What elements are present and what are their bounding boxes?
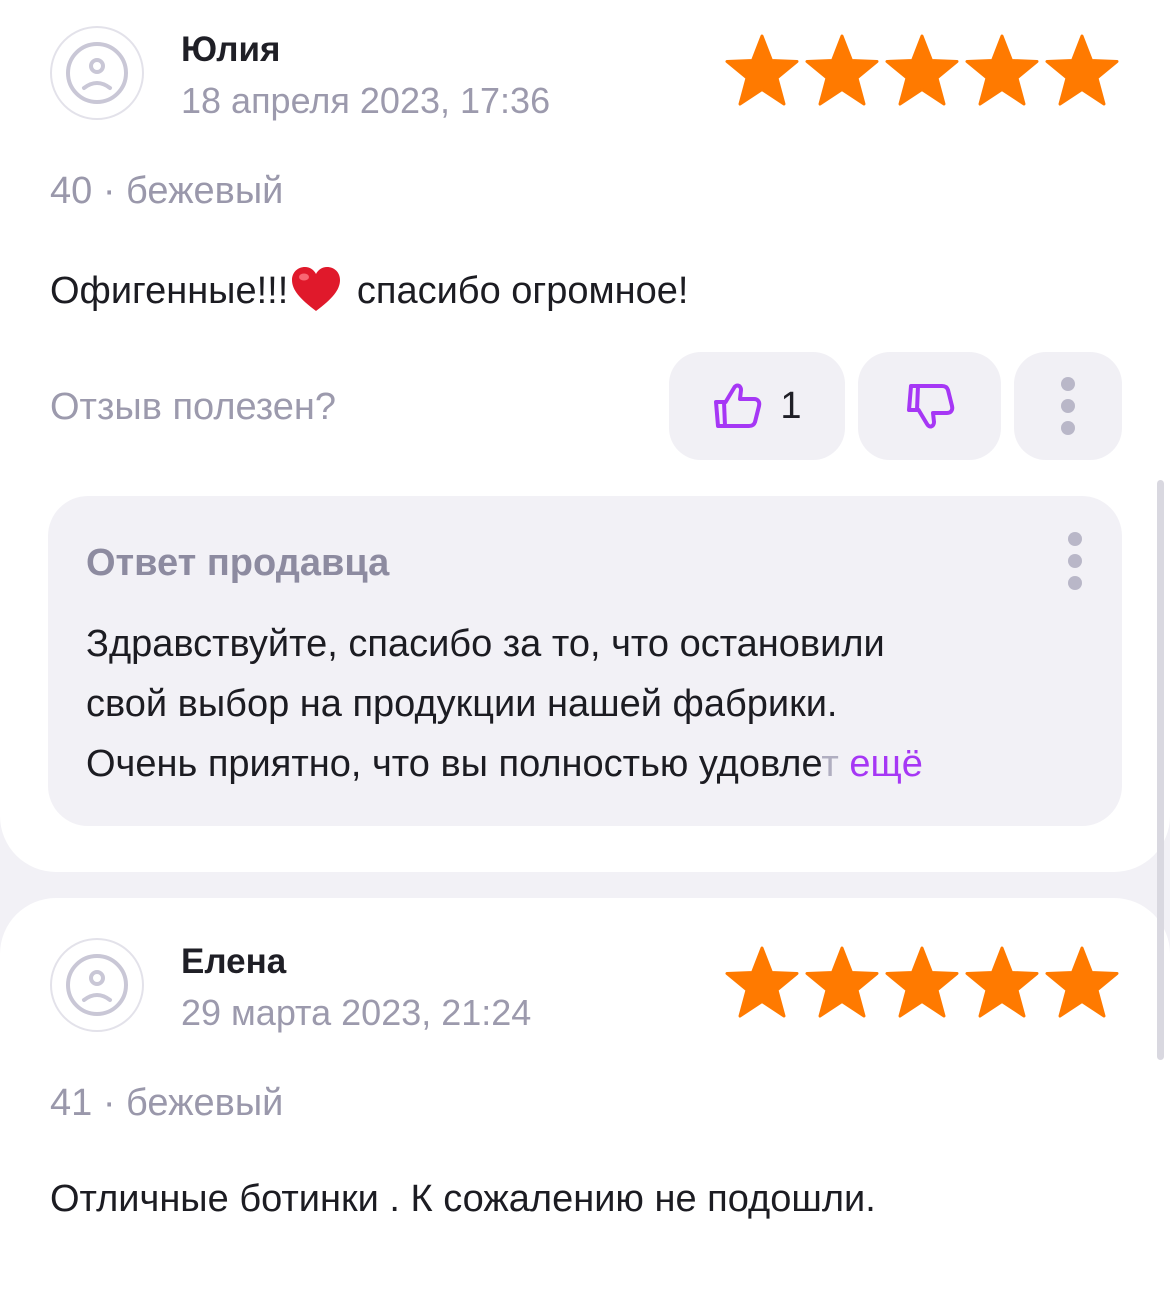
rating-stars [724,34,1120,106]
review-card: Елена 29 марта 2023, 21:24 41 · бежевый … [0,898,1170,1298]
star-icon [965,946,1039,1018]
review-text: Офигенные!!! спасибо огромное! [50,265,688,313]
star-icon [805,34,879,106]
seller-reply-line: свой выбор на продукции нашей фабрики. [86,683,838,725]
review-variant: 40 · бежевый [50,170,284,212]
heart-emoji [292,267,341,311]
thumbs-up-icon [714,383,762,428]
review-text: Отличные ботинки . К сожалению не подошл… [50,1178,876,1220]
seller-reply-more-button[interactable] [1068,532,1082,590]
review-date: 29 марта 2023, 21:24 [181,992,532,1033]
review-text-part: Офигенные!!! [50,270,289,312]
seller-reply-line: Здравствуйте, спасибо за то, что останов… [86,623,885,665]
seller-reply-text: Здравствуйте, спасибо за то, что останов… [86,614,1086,794]
review-date: 18 апреля 2023, 17:36 [181,80,551,121]
seller-reply-fade-text: т [821,743,839,785]
more-vertical-icon [1061,377,1075,435]
sad-face-icon [66,42,128,104]
star-icon [885,946,959,1018]
star-icon [965,34,1039,106]
more-vertical-icon [1068,532,1082,590]
seller-reply-title: Ответ продавца [86,542,390,584]
star-icon [1045,946,1119,1018]
dislike-button[interactable] [858,352,1001,460]
star-icon [1045,34,1119,106]
scrollbar[interactable] [1157,480,1164,1060]
like-button[interactable]: 1 [669,352,845,460]
seller-reply: Ответ продавца Здравствуйте, спасибо за … [48,496,1122,826]
read-more-link[interactable]: ещё [849,743,923,785]
star-icon [725,946,799,1018]
review-card: Юлия 18 апреля 2023, 17:36 40 · бежевый … [0,0,1170,872]
review-author: Елена [181,942,287,981]
seller-reply-line: Очень приятно, что вы полностью удовлет … [86,734,1086,794]
star-icon [725,34,799,106]
avatar [50,26,144,120]
star-icon [885,34,959,106]
like-count: 1 [780,384,802,427]
more-options-button[interactable] [1014,352,1122,460]
review-author: Юлия [181,30,281,69]
review-text-part: спасибо огромное! [346,270,689,312]
helpful-label: Отзыв полезен? [50,386,337,428]
thumbs-down-icon [906,384,954,429]
rating-stars [724,946,1120,1018]
star-icon [805,946,879,1018]
sad-face-icon [66,954,128,1016]
avatar [50,938,144,1032]
review-variant: 41 · бежевый [50,1082,284,1124]
seller-reply-line-text: Очень приятно, что вы полностью удовле [86,743,822,785]
